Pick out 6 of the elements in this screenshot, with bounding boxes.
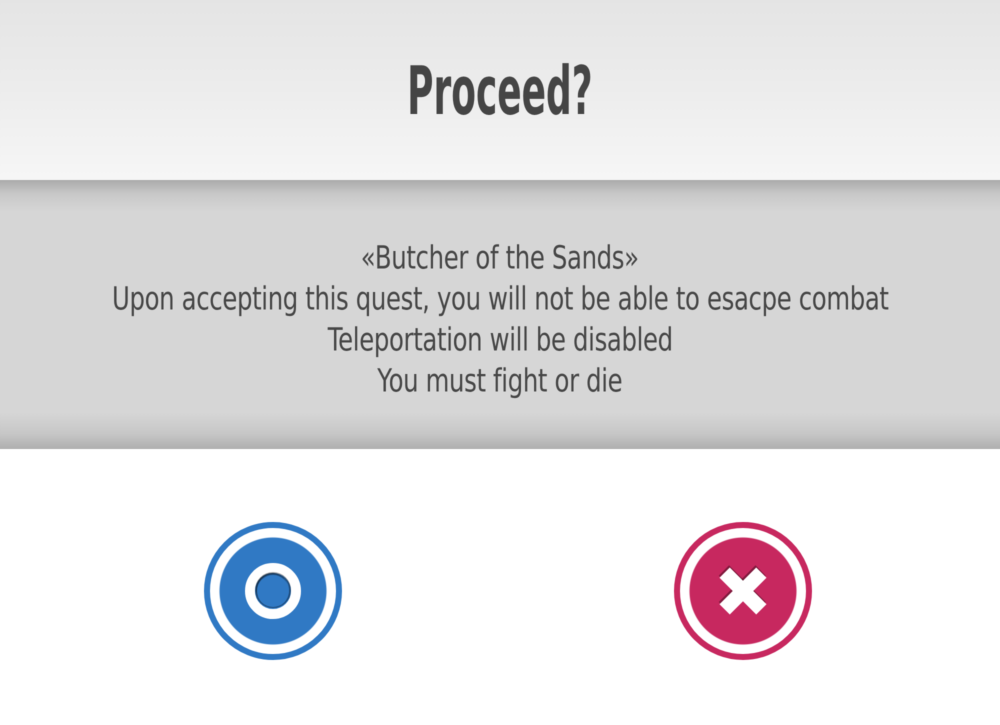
ring-icon: [245, 563, 301, 619]
message-text: Upon accepting this quest, you will not be able to esacpe combat: [112, 278, 888, 319]
dialog-title: Proceed?: [407, 55, 593, 125]
message-text: «Butcher of the Sands»: [361, 237, 639, 278]
message-text: Teleportation will be disabled: [328, 319, 672, 360]
message-text: You must fight or die: [378, 360, 622, 401]
